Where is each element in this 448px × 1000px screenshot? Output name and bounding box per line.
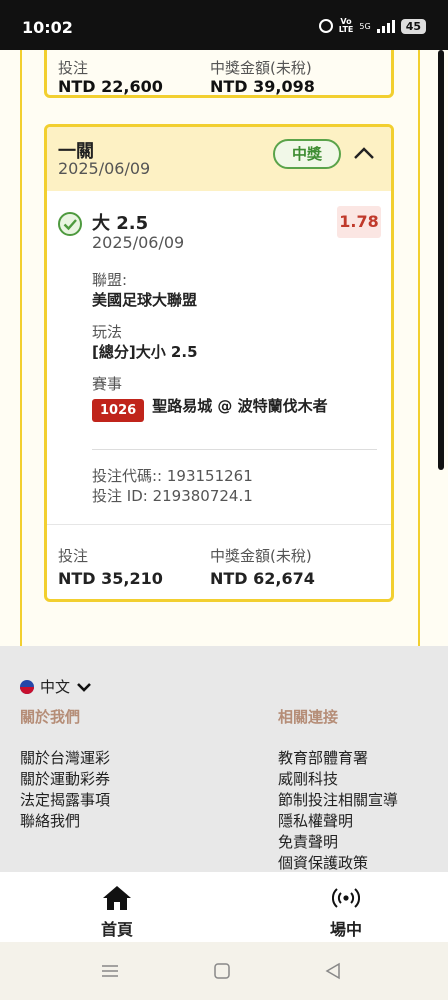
about-title: 關於我們 bbox=[20, 708, 81, 726]
chevron-up-icon[interactable] bbox=[353, 145, 375, 161]
footer-link-disclaimer[interactable]: 免責聲明 bbox=[278, 832, 398, 853]
about-links: 關於台灣運彩 關於運動彩券 法定揭露事項 聯絡我們 bbox=[20, 748, 110, 832]
selection-date: 2025/06/09 bbox=[92, 233, 185, 252]
nav-live[interactable]: 場中 bbox=[296, 884, 396, 940]
footer-link-contact[interactable]: 聯絡我們 bbox=[20, 811, 110, 832]
prize-amount: NTD 62,674 bbox=[210, 569, 315, 588]
language-selector[interactable]: 中文 bbox=[20, 676, 92, 697]
network-type: 5G bbox=[359, 21, 371, 31]
bet-card-header[interactable]: 一關 2025/06/09 中獎 bbox=[47, 127, 391, 191]
system-nav-bar bbox=[0, 942, 448, 1000]
divider bbox=[92, 449, 377, 450]
bet-code: 投注代碼:: 193151261 bbox=[92, 467, 253, 485]
footer-link-about-lottery[interactable]: 關於運動彩券 bbox=[20, 769, 110, 790]
bet-amount: NTD 35,210 bbox=[58, 569, 163, 588]
home-square-icon[interactable] bbox=[213, 962, 231, 980]
status-badge: 中獎 bbox=[273, 139, 341, 169]
broadcast-icon bbox=[332, 888, 360, 908]
league-label: 聯盟: bbox=[92, 271, 128, 289]
previous-bet-card: 投注 中獎金額(未稅) NTD 22,600 NTD 39,098 bbox=[44, 50, 394, 98]
status-bar: 10:02 Vo LTE 5G 45 bbox=[0, 0, 448, 50]
footer-link-about-sportslottery[interactable]: 關於台灣運彩 bbox=[20, 748, 110, 769]
event-row: 1026 聖路易城 @ 波特蘭伐木者 bbox=[92, 397, 332, 422]
prize-amount: NTD 39,098 bbox=[210, 77, 315, 96]
league-value: 美國足球大聯盟 bbox=[92, 291, 198, 309]
bet-label: 投注 bbox=[58, 547, 89, 565]
prize-label: 中獎金額(未稅) bbox=[210, 59, 312, 77]
bottom-nav: 首頁 場中 bbox=[0, 872, 448, 942]
bet-label: 投注 bbox=[58, 59, 89, 77]
bet-card: 一關 2025/06/09 中獎 大 2.5 2025/06/09 1.78 聯… bbox=[44, 124, 394, 602]
footer-link-responsible-gaming[interactable]: 節制投注相關宣導 bbox=[278, 790, 398, 811]
nav-live-label: 場中 bbox=[329, 920, 362, 939]
alarm-icon bbox=[318, 19, 333, 33]
bet-card-footer: 投注 中獎金額(未稅) NTD 35,210 NTD 62,674 bbox=[47, 525, 391, 599]
bet-history-content[interactable]: 投注 中獎金額(未稅) NTD 22,600 NTD 39,098 一關 202… bbox=[0, 50, 448, 646]
bet-date: 2025/06/09 bbox=[58, 159, 151, 178]
related-title: 相關連接 bbox=[278, 708, 339, 726]
related-links: 教育部體育署 威剛科技 節制投注相關宣導 隱私權聲明 免責聲明 個資保護政策 bbox=[278, 748, 398, 872]
event-id-badge: 1026 bbox=[92, 399, 145, 422]
taiwan-flag-icon bbox=[20, 679, 34, 694]
volte-icon: Vo LTE bbox=[338, 17, 354, 34]
event-name: 聖路易城 @ 波特蘭伐木者 bbox=[152, 397, 328, 415]
market-label: 玩法 bbox=[92, 323, 123, 341]
nav-home-label: 首頁 bbox=[100, 920, 133, 939]
chevron-down-icon bbox=[77, 682, 91, 692]
footer-link-privacy[interactable]: 隱私權聲明 bbox=[278, 811, 398, 832]
event-label: 賽事 bbox=[92, 375, 123, 393]
footer-link-adata[interactable]: 威剛科技 bbox=[278, 769, 398, 790]
market-value: [總分]大小 2.5 bbox=[92, 343, 198, 361]
footer-link-sports-admin[interactable]: 教育部體育署 bbox=[278, 748, 398, 769]
nav-home[interactable]: 首頁 bbox=[67, 884, 167, 940]
footer-link-data-protection[interactable]: 個資保護政策 bbox=[278, 853, 398, 872]
battery-icon: 45 bbox=[400, 18, 426, 34]
status-icons: Vo LTE 5G 45 bbox=[318, 17, 426, 34]
selection-name: 大 2.5 bbox=[92, 213, 149, 234]
prize-label: 中獎金額(未稅) bbox=[210, 547, 312, 565]
odds-badge: 1.78 bbox=[337, 206, 381, 238]
site-footer: 中文 關於我們 關於台灣運彩 關於運動彩券 法定揭露事項 聯絡我們 相關連接 教… bbox=[0, 646, 448, 872]
signal-icon bbox=[376, 19, 395, 33]
back-icon[interactable] bbox=[324, 962, 342, 980]
menu-icon[interactable] bbox=[101, 962, 119, 980]
scrollbar[interactable] bbox=[438, 50, 444, 470]
bet-amount: NTD 22,600 bbox=[58, 77, 163, 96]
language-label: 中文 bbox=[40, 678, 71, 696]
footer-link-disclosure[interactable]: 法定揭露事項 bbox=[20, 790, 110, 811]
bet-detail: 大 2.5 2025/06/09 1.78 聯盟: 美國足球大聯盟 玩法 [總分… bbox=[47, 191, 391, 525]
home-icon bbox=[103, 886, 131, 910]
clock: 10:02 bbox=[22, 18, 73, 37]
check-circle-icon bbox=[58, 212, 82, 236]
bet-id: 投注 ID: 219380724.1 bbox=[92, 487, 253, 505]
